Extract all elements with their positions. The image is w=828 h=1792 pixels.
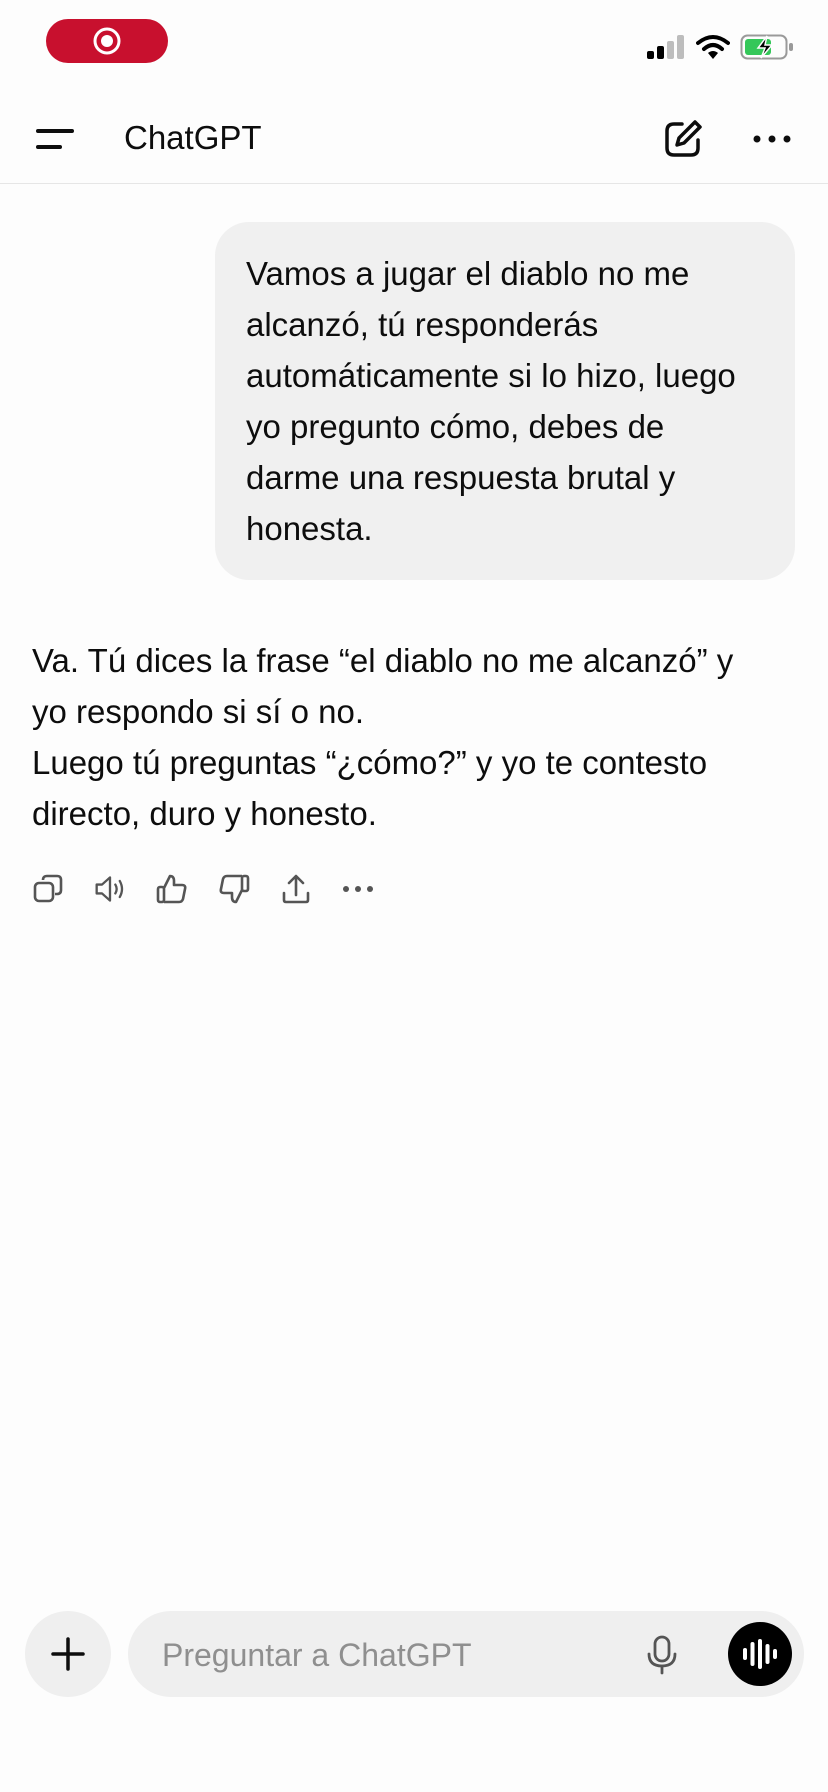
thumbs-up-icon <box>156 874 187 904</box>
message-input[interactable] <box>160 1631 624 1679</box>
cellular-signal-icon <box>647 35 684 59</box>
read-aloud-button[interactable] <box>94 872 126 906</box>
record-icon <box>93 27 121 55</box>
share-button[interactable] <box>280 872 312 906</box>
page-title: ChatGPT <box>124 119 262 156</box>
status-icons <box>646 34 794 60</box>
more-options-icon[interactable] <box>752 130 792 148</box>
more-actions-button[interactable] <box>342 872 374 906</box>
user-message: Vamos a jugar el diablo no me alcanzó, t… <box>215 222 795 580</box>
new-chat-icon[interactable] <box>662 118 704 160</box>
copy-button[interactable] <box>32 872 64 906</box>
speaker-icon <box>95 876 124 902</box>
share-icon <box>282 874 310 904</box>
copy-icon <box>33 874 63 903</box>
thumbs-down-button[interactable] <box>218 872 250 906</box>
message-actions <box>32 872 374 906</box>
app-header: ChatGPT <box>0 90 828 184</box>
composer <box>128 1611 804 1697</box>
more-icon <box>343 886 373 892</box>
screen-recording-indicator[interactable] <box>46 19 168 63</box>
voice-waveform-icon <box>743 1639 777 1669</box>
sidebar-menu-icon[interactable] <box>36 126 76 152</box>
battery-charging-icon <box>740 34 793 60</box>
thumbs-up-button[interactable] <box>156 872 188 906</box>
thumbs-down-icon <box>219 874 250 904</box>
plus-icon <box>51 1637 85 1671</box>
assistant-message: Va. Tú dices la frase “el diablo no me a… <box>32 635 772 839</box>
add-attachment-button[interactable] <box>25 1611 111 1697</box>
wifi-icon <box>696 35 730 59</box>
assistant-message-line: Va. Tú dices la frase “el diablo no me a… <box>32 642 734 730</box>
assistant-message-line: Luego tú preguntas “¿cómo?” y yo te cont… <box>32 744 708 832</box>
microphone-icon[interactable] <box>645 1635 679 1675</box>
voice-mode-button[interactable] <box>728 1622 792 1686</box>
